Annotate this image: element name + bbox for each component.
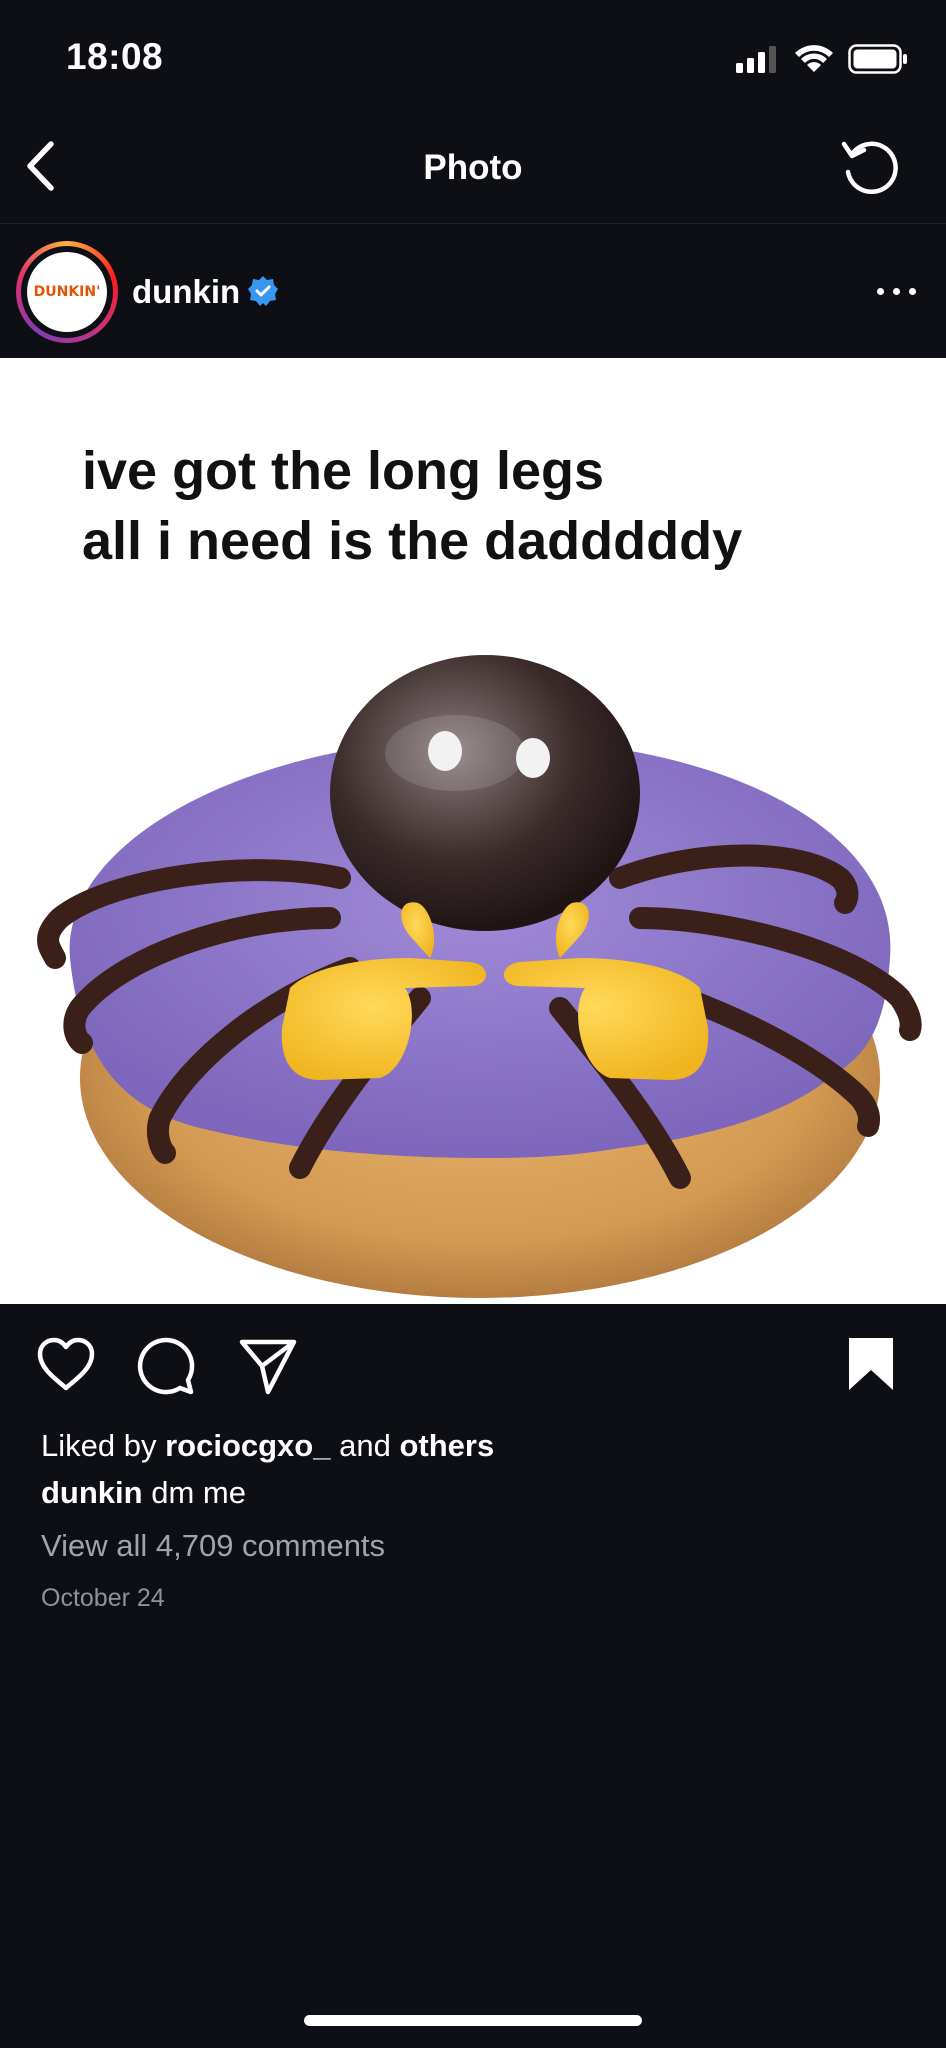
battery-icon bbox=[848, 44, 907, 74]
comment-icon[interactable] bbox=[136, 1336, 196, 1396]
post-image[interactable]: ive got the long legs all i need is the … bbox=[0, 358, 946, 1304]
more-options-icon[interactable] bbox=[877, 288, 916, 295]
bookmark-icon[interactable] bbox=[847, 1336, 895, 1392]
liked-by-and: and bbox=[339, 1428, 391, 1463]
avatar-logo-text: DUNKIN' bbox=[33, 284, 101, 300]
spider-donut-illustration bbox=[37, 655, 922, 1298]
post-username[interactable]: dunkin bbox=[132, 273, 240, 311]
wifi-icon bbox=[795, 45, 833, 72]
status-icons bbox=[736, 44, 908, 74]
liked-by-user[interactable]: rociocgxo_ bbox=[165, 1428, 330, 1463]
post-actions bbox=[0, 1304, 946, 1428]
post-header: DUNKIN' dunkin bbox=[0, 224, 946, 358]
verified-badge-icon bbox=[248, 276, 278, 306]
likes-line[interactable]: Liked by rociocgxo_ and others bbox=[41, 1422, 494, 1469]
cellular-signal-icon bbox=[736, 46, 776, 73]
view-comments-link[interactable]: View all 4,709 comments bbox=[41, 1522, 494, 1569]
status-bar: 18:08 bbox=[0, 0, 946, 110]
share-icon[interactable] bbox=[238, 1336, 298, 1396]
post-details: Liked by rociocgxo_ and others dunkin dm… bbox=[41, 1422, 494, 1622]
refresh-icon[interactable] bbox=[838, 134, 902, 198]
liked-by-others[interactable]: others bbox=[399, 1428, 494, 1463]
caption-username[interactable]: dunkin bbox=[41, 1475, 143, 1510]
home-indicator[interactable] bbox=[304, 2015, 642, 2026]
story-ring[interactable]: DUNKIN' bbox=[16, 241, 118, 343]
caption-line: dunkin dm me bbox=[41, 1469, 494, 1516]
heart-icon[interactable] bbox=[36, 1336, 96, 1392]
status-time: 18:08 bbox=[66, 36, 164, 77]
caption-text: dm me bbox=[151, 1475, 246, 1510]
page-title: Photo bbox=[423, 148, 523, 187]
avatar[interactable]: DUNKIN' bbox=[27, 252, 107, 332]
post-date: October 24 bbox=[41, 1584, 165, 1612]
navigation-bar: Photo bbox=[0, 110, 946, 224]
liked-by-prefix: Liked by bbox=[41, 1428, 157, 1463]
